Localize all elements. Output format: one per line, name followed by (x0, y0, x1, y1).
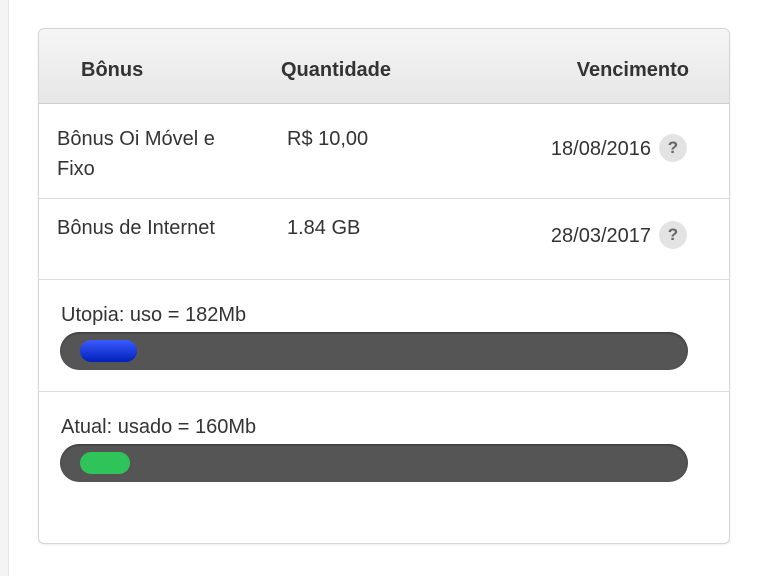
bonus-quantity: 1.84 GB (287, 217, 361, 239)
progress-track (60, 332, 688, 370)
bonus-name: Bônus de Internet (57, 217, 215, 239)
table-row: Bônus de Internet 1.84 GB 28/03/2017 ? (39, 199, 729, 280)
bonus-quantity: R$ 10,00 (287, 128, 369, 150)
help-icon[interactable]: ? (659, 221, 687, 249)
usage-current: Atual: usado = 160Mb (39, 392, 729, 503)
bonus-expiry: 18/08/2016 (550, 138, 651, 160)
progress-fill (80, 452, 130, 474)
table-row: Bônus Oi Móvel e Fixo R$ 10,00 18/08/201… (39, 104, 729, 199)
table-header: Bônus Quantidade Vencimento (39, 29, 729, 104)
bonus-name: Bônus Oi Móvel e Fixo (57, 128, 215, 180)
help-icon[interactable]: ? (659, 134, 687, 162)
progress-track (60, 444, 688, 482)
header-bonus: Bônus (81, 59, 144, 81)
usage-label: Utopia: uso = 182Mb (61, 304, 247, 326)
header-expiry: Vencimento (576, 59, 689, 81)
bonus-expiry: 28/03/2017 (550, 225, 651, 247)
progress-fill (80, 340, 137, 362)
usage-label: Atual: usado = 160Mb (61, 416, 257, 438)
bonus-card: Bônus Quantidade Vencimento Bônus Oi Móv… (38, 28, 730, 544)
header-quantity: Quantidade (281, 59, 392, 81)
usage-utopia: Utopia: uso = 182Mb (39, 280, 729, 392)
